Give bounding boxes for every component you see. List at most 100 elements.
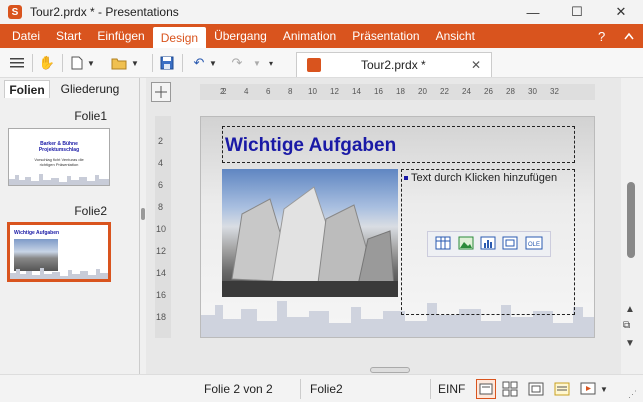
ruler-origin-icon[interactable] bbox=[151, 82, 171, 102]
handout-view-icon[interactable] bbox=[528, 381, 544, 400]
help-icon[interactable]: ? bbox=[598, 24, 605, 48]
building-photo[interactable] bbox=[222, 169, 398, 297]
slide-1-label: Folie1 bbox=[74, 109, 107, 123]
undo-icon[interactable]: ↶ bbox=[190, 54, 208, 72]
insert-table-icon[interactable] bbox=[435, 236, 451, 253]
document-tab-label: Tour2.prdx * bbox=[361, 58, 426, 72]
maximize-icon[interactable]: ☐ bbox=[555, 0, 599, 24]
content-placeholder-text: Text durch Klicken hinzufügen bbox=[404, 172, 557, 184]
ruler-tick-label: 8 bbox=[288, 87, 293, 96]
title-placeholder[interactable]: Wichtige Aufgaben bbox=[222, 126, 575, 163]
toolbar-divider bbox=[62, 54, 63, 72]
app-icon: S bbox=[8, 5, 22, 19]
ruler-tick-label: 10 bbox=[308, 87, 317, 96]
title-bar: S Tour2.prdx * - Presentations — ☐ ✕ bbox=[0, 0, 643, 24]
panel-splitter-handle[interactable] bbox=[141, 208, 145, 220]
insert-media-icon[interactable] bbox=[502, 236, 518, 253]
slide-position: Folie 2 von 2 bbox=[204, 382, 273, 396]
ruler-tick-label: 6 bbox=[158, 180, 164, 190]
slideshow-icon[interactable] bbox=[580, 381, 596, 400]
ruler-tick-label: 4 bbox=[244, 87, 249, 96]
ruler-tick-label: 14 bbox=[352, 87, 361, 96]
presentation-file-icon bbox=[307, 58, 321, 72]
ruler-tick-label: 32 bbox=[550, 87, 559, 96]
slide-2-thumbnail[interactable]: Wichtige Aufgaben bbox=[7, 222, 111, 282]
content-placeholder[interactable]: Text durch Klicken hinzufügen OLE bbox=[401, 169, 575, 315]
ruler-tick-label: 2 bbox=[158, 136, 164, 146]
toolbar-divider bbox=[182, 54, 183, 72]
open-folder-icon[interactable] bbox=[110, 54, 128, 72]
ribbon-tabs: Datei Start Einfügen Design Übergang Ani… bbox=[0, 24, 643, 48]
close-icon[interactable]: ✕ bbox=[599, 0, 643, 24]
chevron-down-icon[interactable]: ▼ bbox=[130, 54, 140, 72]
notes-view-icon[interactable] bbox=[554, 381, 570, 400]
customize-toolbar-icon[interactable]: ▾ bbox=[266, 54, 276, 72]
new-document-icon[interactable] bbox=[68, 54, 86, 72]
horizontal-ruler: 2 2 4 6 8 10 12 14 16 18 20 22 24 26 28 … bbox=[200, 84, 595, 100]
tab-datei[interactable]: Datei bbox=[4, 24, 48, 48]
resize-grip-icon[interactable]: ⋰ bbox=[628, 389, 637, 400]
ruler-tick-label: 22 bbox=[440, 87, 449, 96]
menu-icon[interactable] bbox=[8, 54, 26, 72]
tab-einfuegen[interactable]: Einfügen bbox=[89, 24, 152, 48]
save-icon[interactable] bbox=[158, 54, 176, 72]
tab-uebergang[interactable]: Übergang bbox=[206, 24, 275, 48]
tab-design[interactable]: Design bbox=[152, 27, 207, 48]
tab-praesentation[interactable]: Präsentation bbox=[344, 24, 427, 48]
slide-2-label: Folie2 bbox=[74, 204, 107, 218]
insert-chart-icon[interactable] bbox=[480, 236, 496, 253]
bullet-icon bbox=[404, 176, 408, 181]
next-slide-icon[interactable]: ▼ bbox=[625, 338, 635, 349]
tab-animation[interactable]: Animation bbox=[275, 24, 344, 48]
vertical-ruler: 2 4 6 8 10 12 14 16 18 bbox=[155, 116, 171, 338]
redo-icon[interactable]: ↷ bbox=[228, 54, 246, 72]
close-tab-icon[interactable]: ✕ bbox=[471, 58, 481, 72]
slide-name: Folie2 bbox=[310, 382, 343, 396]
toolbar-divider bbox=[152, 54, 153, 72]
document-tab[interactable]: Tour2.prdx * ✕ bbox=[296, 52, 492, 77]
hand-icon[interactable]: ✋ bbox=[38, 54, 56, 72]
scrollbar-thumb[interactable] bbox=[627, 182, 635, 258]
slide-title: Wichtige Aufgaben bbox=[225, 135, 397, 156]
chevron-down-icon[interactable]: ▼ bbox=[208, 54, 218, 72]
status-bar: Folie 2 von 2 Folie2 EINF ▼ ⋰ bbox=[0, 374, 643, 402]
chevron-down-icon[interactable]: ▼ bbox=[600, 385, 608, 394]
ruler-tick-label: 2 bbox=[222, 87, 227, 96]
slide-1-thumb-subtitle: Vorschlag ficht Venturas die richtigen P… bbox=[34, 157, 84, 167]
vertical-scrollbar[interactable]: ▲ ⧉ ▼ bbox=[621, 78, 641, 374]
slide-sorter-icon[interactable]: ⧉ bbox=[623, 320, 630, 331]
chevron-down-icon[interactable]: ▼ bbox=[252, 54, 262, 72]
tab-start[interactable]: Start bbox=[48, 24, 89, 48]
placeholder-label: Text durch Klicken hinzufügen bbox=[411, 172, 558, 184]
tab-ansicht[interactable]: Ansicht bbox=[428, 24, 483, 48]
normal-view-icon[interactable] bbox=[476, 379, 496, 399]
horizontal-scroll-handle[interactable] bbox=[370, 367, 410, 373]
ruler-tick-label: 6 bbox=[266, 87, 271, 96]
ruler-tick-label: 12 bbox=[330, 87, 339, 96]
insert-object-toolbar: OLE bbox=[427, 231, 551, 257]
ruler-tick-label: 12 bbox=[156, 246, 167, 256]
insert-ole-object-icon[interactable]: OLE bbox=[525, 236, 543, 253]
skyline-graphic bbox=[10, 268, 108, 279]
ruler-tick-label: 8 bbox=[158, 202, 164, 212]
insert-picture-icon[interactable] bbox=[458, 236, 474, 253]
minimize-icon[interactable]: — bbox=[511, 0, 555, 24]
slide[interactable]: Wichtige Aufgaben Text durch Klicken hin… bbox=[200, 116, 595, 338]
ruler-tick-label: 20 bbox=[418, 87, 427, 96]
svg-text:OLE: OLE bbox=[528, 242, 540, 248]
slide-1-thumbnail[interactable]: Barker & Bühne Projektumschlag Vorschlag… bbox=[8, 128, 110, 186]
chevron-down-icon[interactable]: ▼ bbox=[86, 54, 96, 72]
ruler-tick-label: 16 bbox=[374, 87, 383, 96]
ruler-tick-label: 28 bbox=[506, 87, 515, 96]
previous-slide-icon[interactable]: ▲ bbox=[625, 304, 635, 315]
status-divider bbox=[300, 379, 301, 399]
ruler-tick-label: 26 bbox=[484, 87, 493, 96]
chevron-up-icon[interactable] bbox=[624, 24, 634, 48]
tab-gliederung[interactable]: Gliederung bbox=[54, 80, 126, 98]
tab-folien[interactable]: Folien bbox=[4, 80, 50, 98]
slide-sorter-view-icon[interactable] bbox=[502, 381, 518, 400]
ruler-tick-label: 10 bbox=[156, 224, 167, 234]
toolbar-divider bbox=[32, 54, 33, 72]
ruler-tick-label: 18 bbox=[396, 87, 405, 96]
skyline-graphic bbox=[9, 174, 109, 185]
